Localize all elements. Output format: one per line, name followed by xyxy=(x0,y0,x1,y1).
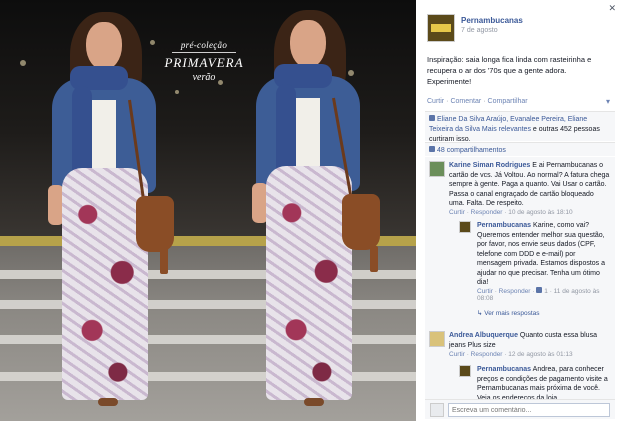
comment-reply-button[interactable]: Responder xyxy=(499,288,531,295)
thumbs-up-icon xyxy=(536,287,543,293)
page-avatar[interactable] xyxy=(427,14,455,42)
like-button[interactable]: Curtir xyxy=(427,98,444,105)
likes-summary: Eliane Da Silva Araújo, Evanalee Pereira… xyxy=(425,111,615,143)
share-icon xyxy=(429,146,435,152)
post-header: Pernambucanas 7 de agosto xyxy=(427,14,617,44)
comment-author[interactable]: Andrea Albuquerque xyxy=(449,332,518,339)
white-top xyxy=(294,98,320,168)
collection-promo: pré-coleção PRIMAVERA verão xyxy=(162,40,246,83)
bokeh-light xyxy=(348,70,354,76)
comment: Karine Siman Rodrigues E ai Pernambucana… xyxy=(425,159,615,219)
comment-body: Andrea Albuquerque Quanto custa essa blu… xyxy=(449,331,611,350)
comments-list: Karine Siman Rodrigues E ai Pernambucana… xyxy=(425,157,615,399)
printed-maxi-skirt xyxy=(266,166,352,400)
comment-meta: Curtir · Responder · 12 de agosto às 01:… xyxy=(449,351,573,358)
post-photo[interactable]: pré-coleção PRIMAVERA verão xyxy=(0,0,416,421)
share-button[interactable]: Compartilhar xyxy=(488,98,528,105)
comment-date[interactable]: 10 de agosto às 18:10 xyxy=(508,209,572,216)
avatar xyxy=(430,403,444,417)
comment-like-button[interactable]: Curtir xyxy=(449,351,465,358)
page-name-link[interactable]: Pernambucanas xyxy=(461,16,523,25)
leather-bag xyxy=(136,196,174,252)
sandal xyxy=(98,398,118,406)
most-relevant-filter[interactable]: Mais relevantes xyxy=(482,126,531,133)
comment-like-button[interactable]: Curtir xyxy=(449,209,465,216)
model-face xyxy=(290,20,326,68)
chevron-down-icon[interactable]: ▾ xyxy=(606,97,610,106)
promo-rule xyxy=(172,52,236,53)
avatar[interactable] xyxy=(429,331,445,347)
comment-body: Pernambucanas Andrea, para conhecer preç… xyxy=(477,365,611,399)
comment-body: Pernambucanas Karine, como vai? Queremos… xyxy=(477,221,611,288)
promo-collection: PRIMAVERA xyxy=(164,55,244,70)
comment-meta: Curtir · Responder · 10 de agosto às 18:… xyxy=(449,209,573,216)
comment-author[interactable]: Pernambucanas xyxy=(477,222,531,229)
post-caption: Inspiração: saia longa fica linda com ra… xyxy=(427,55,592,86)
bag-tassel xyxy=(160,248,168,274)
comment-like-button[interactable]: Curtir xyxy=(477,288,493,295)
promo-pre-label: pré-coleção xyxy=(180,40,228,50)
post-sidebar: ✕ Pernambucanas 7 de agosto Inspiração: … xyxy=(416,0,620,421)
leather-bag xyxy=(342,194,380,250)
shares-count[interactable]: 48 compartilhamentos xyxy=(437,147,506,154)
avatar[interactable] xyxy=(459,365,471,377)
bokeh-light xyxy=(20,60,26,66)
more-replies-link[interactable]: ↳ Ver mais respostas xyxy=(477,309,540,317)
comment-button[interactable]: Comentar xyxy=(450,98,481,105)
bag-tassel xyxy=(370,246,378,272)
page-logo xyxy=(431,24,451,32)
bokeh-light xyxy=(150,40,155,45)
comment-reply: Pernambucanas Andrea, para conhecer preç… xyxy=(425,363,615,399)
comment-reply-button[interactable]: Responder xyxy=(471,351,503,358)
model-face xyxy=(86,22,122,70)
avatar[interactable] xyxy=(429,161,445,177)
comment-author[interactable]: Karine Siman Rodrigues xyxy=(449,162,530,169)
comment: Andrea Albuquerque Quanto custa essa blu… xyxy=(425,329,615,361)
comment-like-count[interactable]: 1 xyxy=(544,288,548,295)
comment-meta: Curtir · Responder · 1 · 11 de agosto às… xyxy=(477,287,600,302)
comment-input[interactable] xyxy=(448,403,610,417)
close-icon[interactable]: ✕ xyxy=(608,3,616,14)
post-actions: Curtir · Comentar · Compartilhar xyxy=(427,98,528,105)
comment-body: Karine Siman Rodrigues E ai Pernambucana… xyxy=(449,161,611,209)
shares-summary: 48 compartilhamentos xyxy=(425,142,615,156)
comment-text: Karine, como vai? Queremos entender melh… xyxy=(477,222,606,286)
comment-composer xyxy=(425,399,615,419)
comment-author[interactable]: Pernambucanas xyxy=(477,366,531,373)
comment-reply: Pernambucanas Karine, como vai? Queremos… xyxy=(425,219,615,305)
comment-reply-button[interactable]: Responder xyxy=(471,209,503,216)
avatar[interactable] xyxy=(459,221,471,233)
thumbs-up-icon xyxy=(429,115,435,121)
post-date[interactable]: 7 de agosto xyxy=(461,27,498,34)
comment-date[interactable]: 12 de agosto às 01:13 xyxy=(508,351,572,358)
promo-season: verão xyxy=(192,72,216,83)
sandal xyxy=(304,398,324,406)
white-top xyxy=(90,100,116,170)
bokeh-light xyxy=(175,90,179,94)
